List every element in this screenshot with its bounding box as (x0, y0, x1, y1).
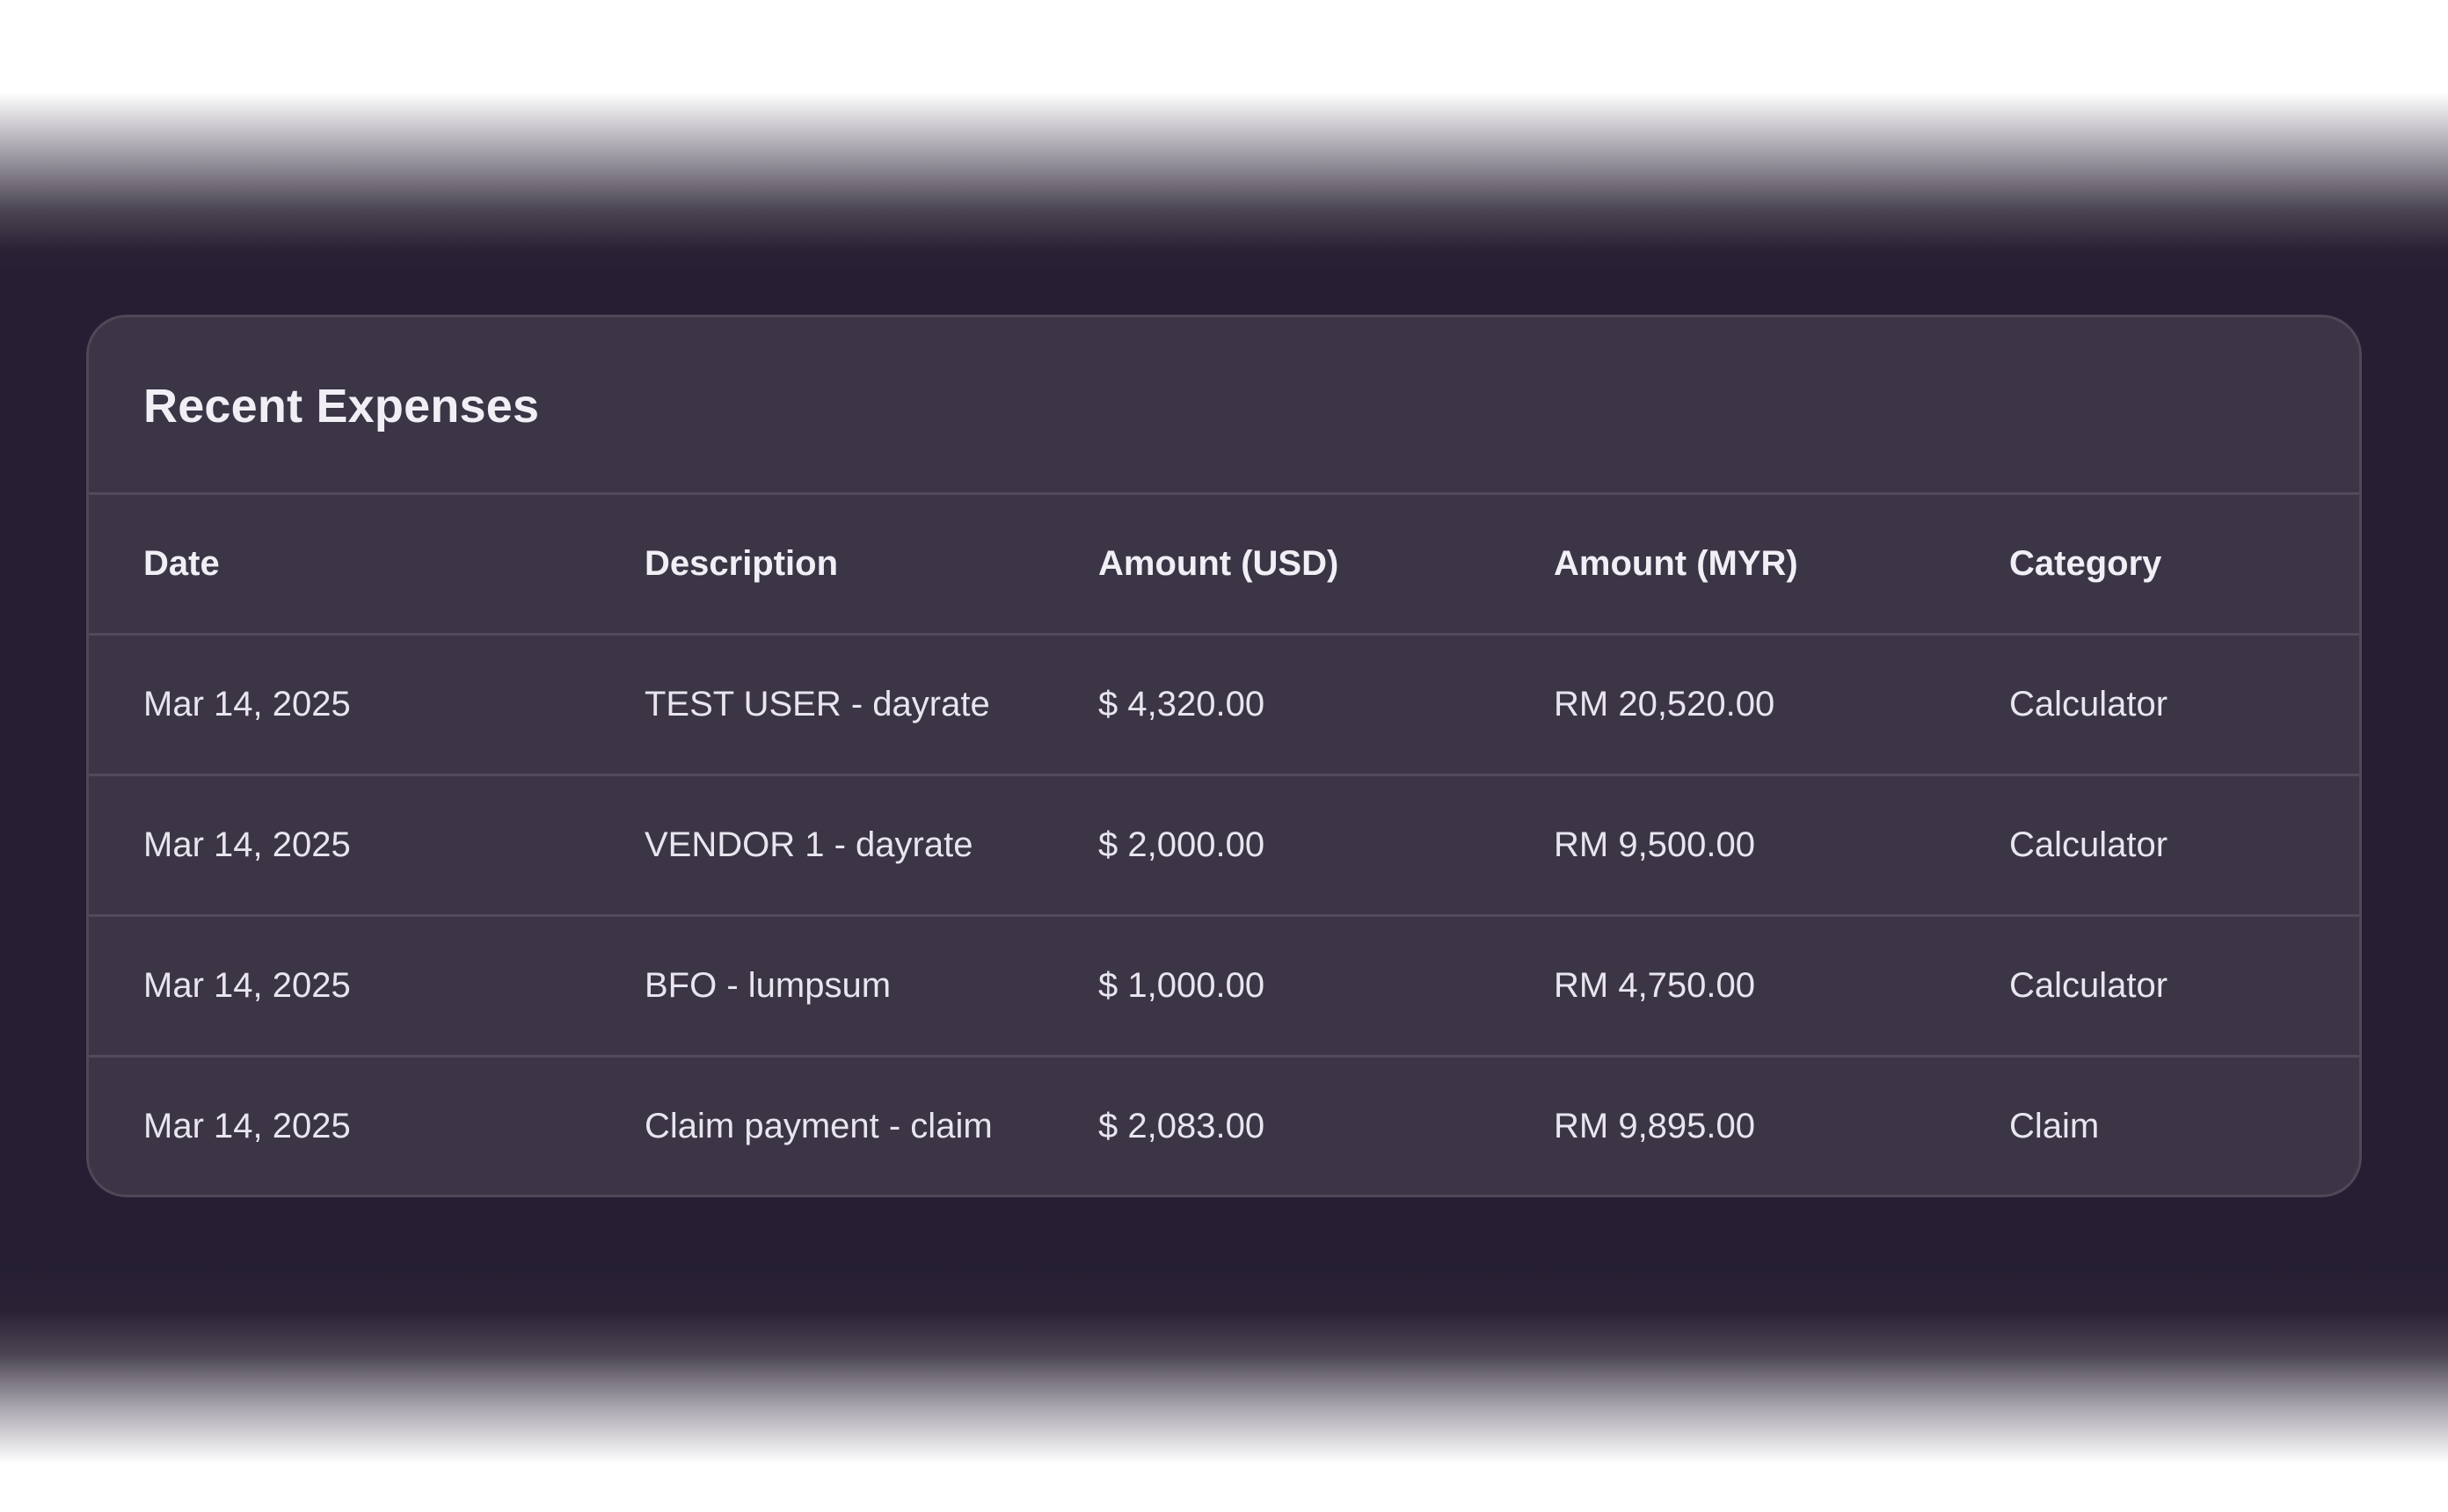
category-cell: Calculator (2009, 685, 2168, 723)
table-row[interactable]: Mar 14, 2025 Claim payment - claim $ 2,0… (89, 1058, 2359, 1195)
table-row[interactable]: Mar 14, 2025 TEST USER - dayrate $ 4,320… (89, 636, 2359, 776)
amount-usd-cell: $ 4,320.00 (1098, 685, 1265, 723)
amount-myr-cell: RM 9,500.00 (1554, 825, 1756, 864)
column-header-description[interactable]: Description (571, 544, 1026, 584)
category-cell: Calculator (2009, 966, 2168, 1005)
description-cell: BFO - lumpsum (645, 966, 892, 1005)
description-cell: TEST USER - dayrate (645, 685, 990, 723)
card-header: Recent Expenses (89, 317, 2359, 495)
description-cell: VENDOR 1 - dayrate (645, 825, 973, 864)
column-header-date[interactable]: Date (89, 544, 571, 584)
table-row[interactable]: Mar 14, 2025 VENDOR 1 - dayrate $ 2,000.… (89, 776, 2359, 917)
card-title: Recent Expenses (143, 379, 540, 433)
column-header-amount-usd[interactable]: Amount (USD) (1026, 544, 1482, 584)
recent-expenses-card: Recent Expenses Date Description Amount … (86, 315, 2362, 1197)
amount-usd-cell: $ 1,000.00 (1098, 966, 1265, 1005)
date-cell: Mar 14, 2025 (143, 966, 351, 1005)
description-cell: Claim payment - claim (645, 1107, 993, 1145)
category-cell: Calculator (2009, 825, 2168, 864)
category-cell: Claim (2009, 1107, 2100, 1145)
date-cell: Mar 14, 2025 (143, 1107, 351, 1145)
date-cell: Mar 14, 2025 (143, 825, 351, 864)
amount-usd-cell: $ 2,083.00 (1098, 1107, 1265, 1145)
amount-usd-cell: $ 2,000.00 (1098, 825, 1265, 864)
table-header-row: Date Description Amount (USD) Amount (MY… (89, 495, 2359, 636)
column-header-amount-myr[interactable]: Amount (MYR) (1482, 544, 1937, 584)
amount-myr-cell: RM 20,520.00 (1554, 685, 1775, 723)
column-header-category[interactable]: Category (1937, 544, 2359, 584)
date-cell: Mar 14, 2025 (143, 685, 351, 723)
table-row[interactable]: Mar 14, 2025 BFO - lumpsum $ 1,000.00 RM… (89, 917, 2359, 1058)
expenses-table: Date Description Amount (USD) Amount (MY… (89, 495, 2359, 1195)
amount-myr-cell: RM 9,895.00 (1554, 1107, 1756, 1145)
amount-myr-cell: RM 4,750.00 (1554, 966, 1756, 1005)
